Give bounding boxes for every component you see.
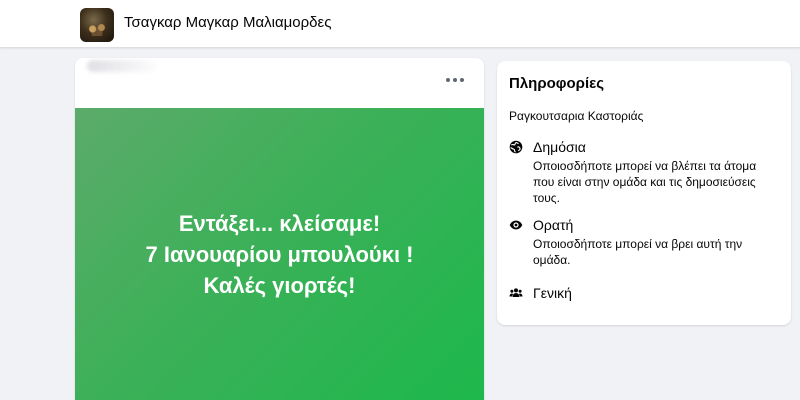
post-text-line: 7 Ιανουαρίου μπουλούκι ! <box>145 241 414 267</box>
visibility-label: Ορατή <box>533 217 574 233</box>
post-text: Εντάξει... κλείσαμε! 7 Ιανουαρίου μπουλο… <box>145 208 413 301</box>
privacy-public-row: Δημόσια Οποιοσδήποτε μπορεί να βλέπει τα… <box>509 139 779 205</box>
category-row: Γενική <box>509 285 779 305</box>
privacy-public-label: Δημόσια <box>533 139 586 155</box>
group-header-bar: Τσαγκαρ Μαγκαρ Μαλιαμορδες <box>0 0 800 48</box>
post-author-blurred <box>87 60 157 72</box>
category-label: Γενική <box>533 285 572 301</box>
about-title: Πληροφορίες <box>509 75 605 92</box>
group-avatar[interactable] <box>80 8 114 42</box>
more-horizontal-icon <box>446 78 450 82</box>
visibility-row: Ορατή Οποιοσδήποτε μπορεί να βρει αυτή τ… <box>509 217 779 267</box>
about-card: Πληροφορίες Ραγκουτσαρια Καστοριάς Δημόσ… <box>497 61 791 325</box>
group-description: Ραγκουτσαρια Καστοριάς <box>509 109 644 123</box>
people-icon <box>509 286 523 300</box>
eye-icon <box>509 218 523 232</box>
post-card: Εντάξει... κλείσαμε! 7 Ιανουαρίου μπουλο… <box>75 58 484 400</box>
more-options-button[interactable] <box>441 70 469 90</box>
privacy-public-description: Οποιοσδήποτε μπορεί να βλέπει τα άτομα π… <box>533 159 757 205</box>
post-text-line: Καλές γιορτές! <box>203 272 356 298</box>
post-image[interactable]: Εντάξει... κλείσαμε! 7 Ιανουαρίου μπουλο… <box>75 108 484 400</box>
visibility-description: Οποιοσδήποτε μπορεί να βρει αυτή την ομά… <box>533 237 743 267</box>
globe-icon <box>509 140 523 154</box>
group-name[interactable]: Τσαγκαρ Μαγκαρ Μαλιαμορδες <box>124 14 331 31</box>
post-text-line: Εντάξει... κλείσαμε! <box>178 210 381 236</box>
